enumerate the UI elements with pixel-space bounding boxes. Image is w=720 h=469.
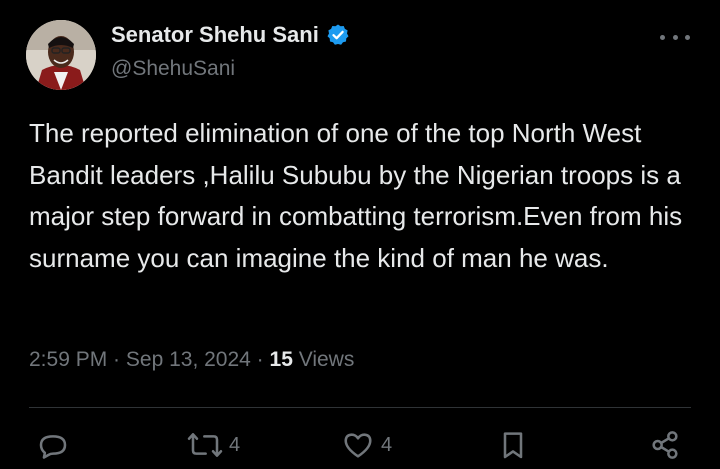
share-button[interactable] bbox=[649, 429, 681, 461]
tweet-text: The reported elimination of one of the t… bbox=[29, 118, 683, 273]
reply-button[interactable] bbox=[37, 429, 75, 461]
like-button[interactable]: 4 bbox=[341, 429, 392, 461]
reply-icon bbox=[39, 435, 67, 459]
more-dots-icon[interactable] bbox=[660, 28, 690, 46]
tweet-time[interactable]: 2:59 PM bbox=[29, 348, 107, 371]
verified-badge-icon[interactable] bbox=[326, 23, 350, 47]
retweet-button[interactable]: 4 bbox=[187, 429, 240, 461]
avatar[interactable] bbox=[26, 20, 96, 90]
bookmark-icon bbox=[503, 432, 523, 459]
views-label[interactable]: Views bbox=[293, 348, 355, 371]
tweet-meta: 2:59 PM · Sep 13, 2024 · 15 Views bbox=[29, 348, 354, 372]
author-name[interactable]: Senator Shehu Sani bbox=[111, 22, 319, 48]
meta-separator: · bbox=[250, 348, 270, 371]
bookmark-button[interactable] bbox=[497, 429, 529, 461]
retweet-count: 4 bbox=[229, 433, 241, 456]
views-count[interactable]: 15 bbox=[270, 348, 293, 371]
retweet-icon bbox=[187, 433, 223, 457]
action-bar: 4 4 bbox=[0, 425, 720, 469]
author-handle[interactable]: @ShehuSani bbox=[111, 57, 235, 81]
share-icon bbox=[652, 431, 678, 459]
heart-icon bbox=[344, 433, 372, 458]
like-count: 4 bbox=[381, 433, 393, 456]
meta-separator: · bbox=[107, 348, 126, 371]
tweet-date[interactable]: Sep 13, 2024 bbox=[126, 348, 251, 371]
divider bbox=[29, 407, 691, 408]
author-name-row[interactable]: Senator Shehu Sani bbox=[111, 22, 350, 48]
